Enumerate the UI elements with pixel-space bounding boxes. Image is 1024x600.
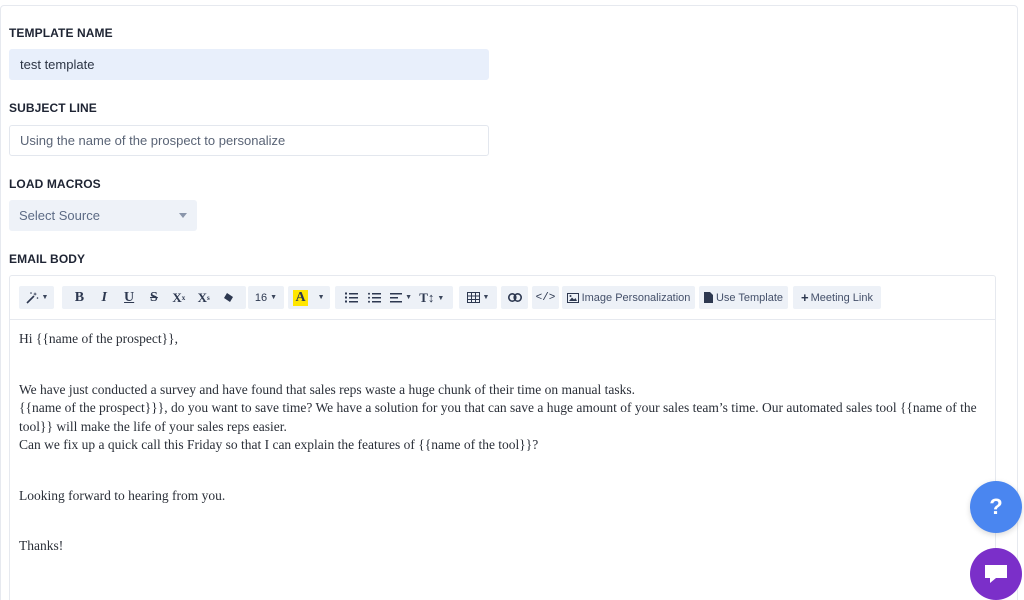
chevron-down-icon: ▼ xyxy=(437,293,445,302)
chevron-down-icon: ▼ xyxy=(41,294,49,301)
plus-icon: + xyxy=(801,290,809,305)
align-dropdown[interactable]: ▼ xyxy=(390,292,412,303)
font-size-value: 16 xyxy=(254,291,268,304)
table-icon xyxy=(466,292,480,303)
editor-toolbar: ▼ B I U S Xx Xs 16 ▼ A ▼ ▼ T↕ ▼ ▼ </> Im… xyxy=(10,276,995,320)
link-icon xyxy=(507,293,522,302)
code-view-button[interactable]: </> xyxy=(532,286,559,309)
email-body-editor[interactable]: ▼ B I U S Xx Xs 16 ▼ A ▼ ▼ T↕ ▼ ▼ </> Im… xyxy=(9,275,996,600)
unordered-list-icon[interactable] xyxy=(367,292,383,303)
chevron-down-icon: ▼ xyxy=(270,294,278,301)
magic-wand-icon xyxy=(25,291,38,304)
subject-line-label: SUBJECT LINE xyxy=(9,101,97,115)
meeting-link-button[interactable]: + Meeting Link xyxy=(793,286,881,309)
select-source-dropdown[interactable]: Select Source xyxy=(9,200,197,231)
strikethrough-button[interactable]: S xyxy=(146,290,162,306)
email-line: Hi {{name of the prospect}}, xyxy=(19,331,179,346)
font-color-dropdown[interactable]: A ▼ xyxy=(288,286,330,309)
superscript-base: X xyxy=(172,289,182,305)
use-template-label: Use Template xyxy=(715,291,784,304)
font-color-icon: A xyxy=(293,289,308,306)
email-line: We have just conducted a survey and have… xyxy=(19,381,635,397)
text-format-group: B I U S Xx Xs xyxy=(62,286,246,309)
superscript-mark: x xyxy=(181,293,186,302)
email-body-content[interactable]: Hi {{name of the prospect}}, We have jus… xyxy=(19,330,989,556)
email-line: Thanks! xyxy=(19,538,64,553)
email-line: {{name of the prospect}}}, do you want t… xyxy=(19,400,977,434)
select-source-value: Select Source xyxy=(19,208,100,223)
file-icon xyxy=(703,292,713,303)
chevron-down-icon: ▼ xyxy=(405,294,413,301)
caret-down-icon xyxy=(179,213,187,218)
subscript-mark: s xyxy=(206,293,210,302)
question-mark-icon: ? xyxy=(989,494,1003,519)
align-icon xyxy=(390,293,403,303)
image-personalization-label: Image Personalization xyxy=(581,291,691,304)
subscript-button[interactable]: Xs xyxy=(196,290,212,306)
meeting-link-label: Meeting Link xyxy=(810,291,873,304)
ordered-list-icon[interactable] xyxy=(344,292,360,303)
template-name-input[interactable]: test template xyxy=(9,49,489,80)
template-name-label: TEMPLATE NAME xyxy=(9,26,113,40)
bold-button[interactable]: B xyxy=(71,290,87,306)
subject-line-input[interactable]: Using the name of the prospect to person… xyxy=(9,125,489,156)
email-line: Can we fix up a quick call this Friday s… xyxy=(19,437,539,452)
subscript-base: X xyxy=(197,289,207,305)
code-icon: </> xyxy=(535,291,556,304)
chevron-down-icon: ▼ xyxy=(482,294,490,301)
chat-bubble-icon xyxy=(985,565,1007,583)
image-personalization-button[interactable]: Image Personalization xyxy=(562,286,695,309)
chevron-down-icon: ▼ xyxy=(317,294,325,301)
image-icon xyxy=(566,292,579,303)
email-body-label: EMAIL BODY xyxy=(9,252,86,266)
line-height-dropdown[interactable]: T↕ ▼ xyxy=(419,290,444,306)
chat-button[interactable] xyxy=(970,548,1022,600)
magic-style-button[interactable]: ▼ xyxy=(19,286,54,309)
eraser-icon[interactable] xyxy=(220,292,236,303)
paragraph-group: ▼ T↕ ▼ xyxy=(335,286,453,309)
italic-button[interactable]: I xyxy=(96,290,112,306)
font-size-dropdown[interactable]: 16 ▼ xyxy=(248,286,284,309)
email-line: Looking forward to hearing from you. xyxy=(19,487,226,503)
load-macros-label: LOAD MACROS xyxy=(9,177,101,191)
use-template-button[interactable]: Use Template xyxy=(699,286,788,309)
superscript-button[interactable]: Xx xyxy=(171,290,187,306)
help-button[interactable]: ? xyxy=(970,481,1022,533)
table-dropdown[interactable]: ▼ xyxy=(459,286,497,309)
text-height-icon: T↕ xyxy=(419,289,435,305)
underline-button[interactable]: U xyxy=(121,290,137,306)
insert-link-button[interactable] xyxy=(501,286,528,309)
